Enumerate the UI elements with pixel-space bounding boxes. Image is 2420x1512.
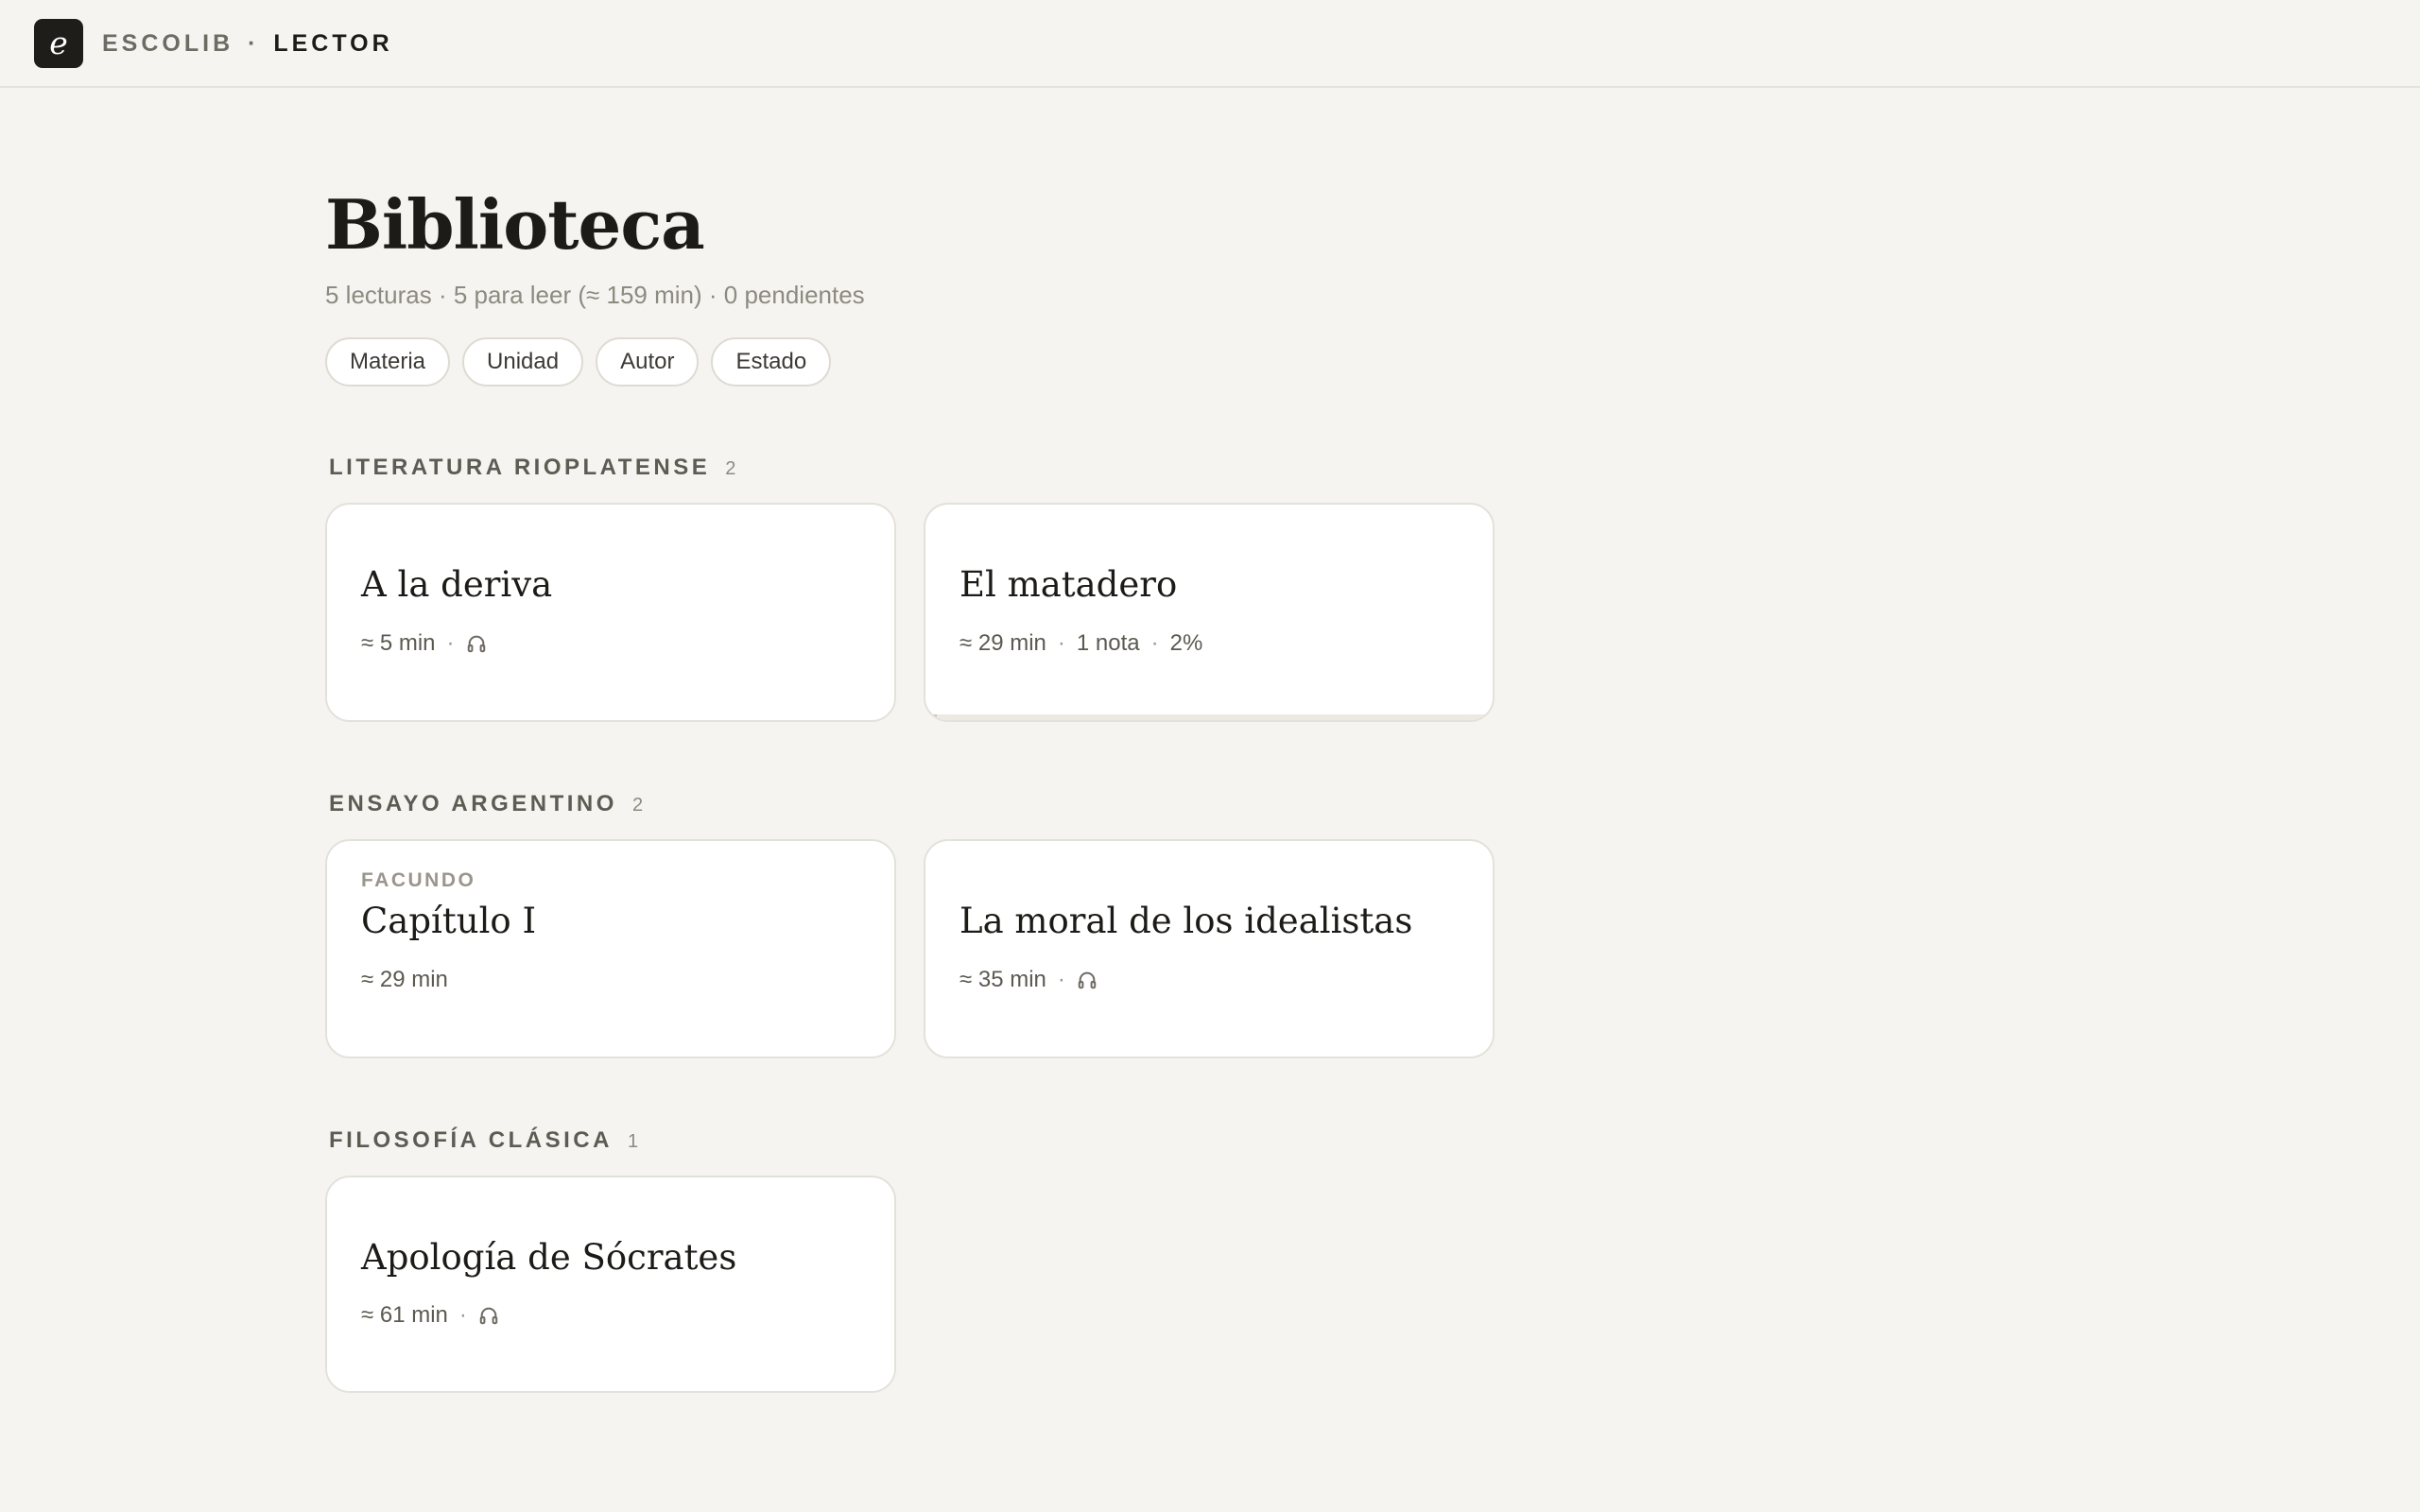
section-count: 1 bbox=[627, 1131, 640, 1152]
progress-bar bbox=[925, 714, 1493, 720]
section-title: FILOSOFÍA CLÁSICA bbox=[329, 1127, 613, 1153]
brand-section: LECTOR bbox=[273, 30, 393, 57]
card-meta: ≈ 61 min · bbox=[361, 1300, 499, 1331]
brand-separator: · bbox=[248, 30, 260, 57]
card-duration: ≈ 29 min bbox=[361, 967, 448, 992]
card-meta: ≈ 29 min · 1 nota · 2% bbox=[959, 628, 1202, 659]
card-title: El matadero bbox=[959, 564, 1178, 605]
progress-fill bbox=[925, 714, 937, 720]
card-work-label: FACUNDO bbox=[361, 869, 476, 891]
filter-chip-unidad[interactable]: Unidad bbox=[462, 337, 584, 387]
section-header: FILOSOFÍA CLÁSICA 1 bbox=[329, 1127, 639, 1156]
app-logo[interactable]: e bbox=[34, 19, 83, 68]
card-title: Capítulo I bbox=[361, 901, 537, 941]
reading-card[interactable]: FACUNDO Capítulo I ≈ 29 min bbox=[325, 839, 896, 1058]
filter-bar: Materia Unidad Autor Estado bbox=[325, 337, 832, 387]
card-notes-count: 1 nota bbox=[1076, 630, 1140, 656]
card-meta: ≈ 35 min · bbox=[959, 965, 1098, 995]
meta-separator: · bbox=[1057, 630, 1065, 656]
card-duration: ≈ 61 min bbox=[361, 1302, 448, 1328]
card-duration: ≈ 29 min bbox=[959, 630, 1046, 656]
section-header: LITERATURA RIOPLATENSE 2 bbox=[329, 455, 736, 483]
card-title: Apología de Sócrates bbox=[361, 1237, 737, 1278]
reading-card[interactable]: La moral de los idealistas ≈ 35 min · bbox=[924, 839, 1495, 1058]
card-title: La moral de los idealistas bbox=[959, 901, 1413, 941]
section-count: 2 bbox=[631, 795, 645, 816]
filter-chip-estado[interactable]: Estado bbox=[711, 337, 832, 387]
card-title: A la deriva bbox=[361, 564, 553, 605]
headphones-icon bbox=[1078, 971, 1097, 989]
brand-wordmark[interactable]: ESCOLIB · LECTOR bbox=[102, 0, 393, 88]
meta-separator: · bbox=[458, 1302, 467, 1328]
section-header: ENSAYO ARGENTINO 2 bbox=[329, 791, 644, 819]
card-duration: ≈ 5 min bbox=[361, 630, 436, 656]
card-duration: ≈ 35 min bbox=[959, 967, 1046, 992]
section-title: LITERATURA RIOPLATENSE bbox=[329, 455, 711, 480]
card-progress-label: 2% bbox=[1169, 630, 1203, 656]
filter-chip-autor[interactable]: Autor bbox=[596, 337, 700, 387]
brand-name: ESCOLIB bbox=[102, 30, 234, 57]
card-meta: ≈ 5 min · bbox=[361, 628, 487, 659]
top-bar: e ESCOLIB · LECTOR bbox=[0, 0, 2420, 88]
card-meta: ≈ 29 min bbox=[361, 965, 448, 995]
meta-separator: · bbox=[1150, 630, 1159, 656]
section-title: ENSAYO ARGENTINO bbox=[329, 791, 617, 816]
meta-separator: · bbox=[1057, 967, 1065, 992]
section-count: 2 bbox=[725, 458, 737, 479]
reading-card[interactable]: A la deriva ≈ 5 min · bbox=[325, 503, 896, 722]
headphones-icon bbox=[467, 635, 485, 653]
headphones-icon bbox=[479, 1307, 498, 1325]
page-title: Biblioteca bbox=[325, 184, 705, 265]
meta-separator: · bbox=[446, 630, 455, 656]
library-summary: 5 lecturas · 5 para leer (≈ 159 min) · 0… bbox=[325, 281, 865, 309]
filter-chip-materia[interactable]: Materia bbox=[325, 337, 451, 387]
reading-card[interactable]: El matadero ≈ 29 min · 1 nota · 2% bbox=[924, 503, 1495, 722]
reading-card[interactable]: Apología de Sócrates ≈ 61 min · bbox=[325, 1176, 896, 1393]
